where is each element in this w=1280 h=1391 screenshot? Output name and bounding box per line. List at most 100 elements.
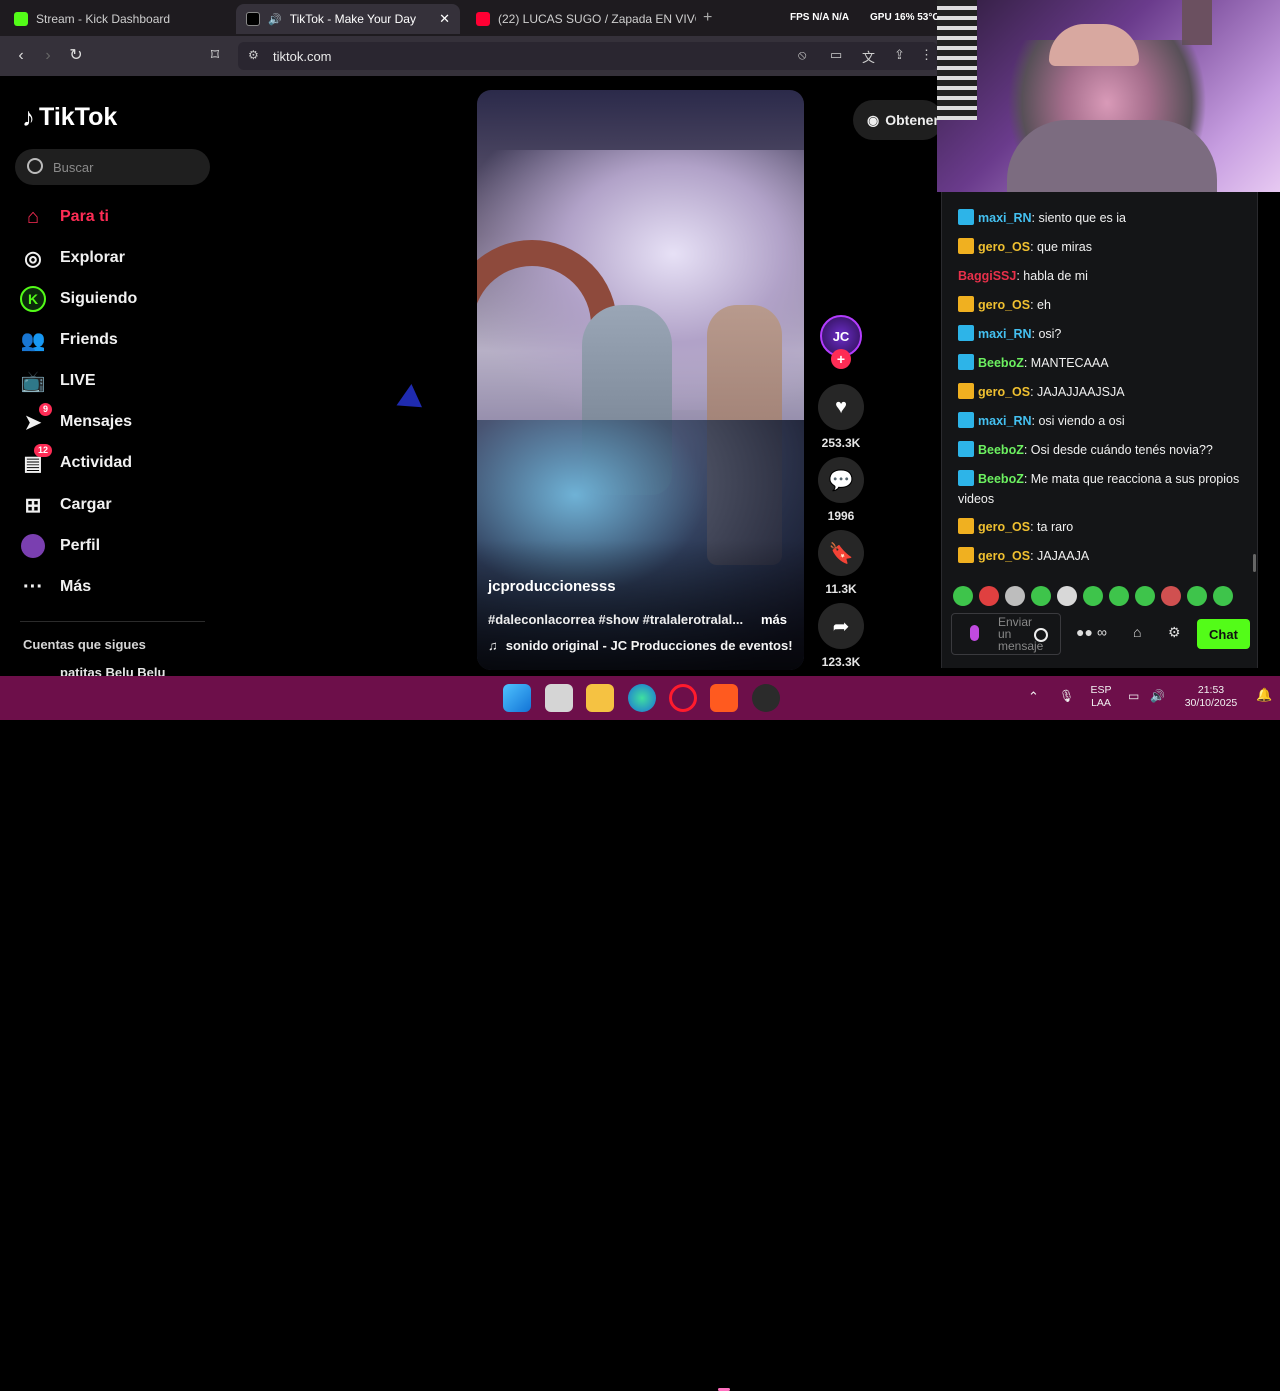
chat-send-button[interactable]: Chat <box>1197 619 1250 649</box>
emote-icon[interactable] <box>1083 586 1103 606</box>
bookmark-save-icon[interactable]: 🔖 <box>818 530 864 576</box>
network-icon[interactable]: ▭ <box>1128 690 1139 703</box>
share-count: 123.3K <box>821 655 861 669</box>
emote-icon[interactable] <box>1161 586 1181 606</box>
start-windows-icon[interactable] <box>503 684 531 712</box>
search-input[interactable]: Buscar <box>15 149 210 185</box>
nav-label: Friends <box>60 331 118 348</box>
edge-browser-icon[interactable] <box>628 684 656 712</box>
store-icon[interactable]: ⌂ <box>1133 624 1141 640</box>
language-code: ESP <box>1090 684 1112 696</box>
more-link[interactable]: más <box>761 612 787 627</box>
follow-button[interactable]: + <box>831 349 851 369</box>
nav-live[interactable]: 📺 LIVE <box>20 366 96 396</box>
nav-explorar[interactable]: ◎ Explorar <box>20 243 125 273</box>
speaker-icon[interactable]: 🔊 <box>268 13 282 26</box>
brave-browser-icon[interactable] <box>710 684 738 712</box>
clock[interactable]: 21:53 30/10/2025 <box>1180 684 1242 710</box>
get-app-button[interactable]: ◉ Obtener <box>853 100 943 140</box>
site-settings-icon[interactable]: ⚙ <box>248 48 259 62</box>
no-tracking-icon[interactable]: ⦸ <box>798 47 806 63</box>
emote-icon[interactable] <box>1031 586 1051 606</box>
chat-username[interactable]: BaggiSSJ <box>958 269 1016 283</box>
tiktok-sidebar: ♪ TikTok Buscar ⌂ Para ti ◎ Explorar K S… <box>0 76 230 680</box>
chat-username[interactable]: maxi_RN <box>978 211 1032 225</box>
comment-count: 1996 <box>827 509 855 523</box>
chat-username[interactable]: BeeboZ <box>978 443 1024 457</box>
emote-icon[interactable] <box>1187 586 1207 606</box>
settings-gear-icon[interactable]: ⚙ <box>1168 624 1181 641</box>
bookmark-icon[interactable]: ⌑ <box>205 46 225 66</box>
chat-username[interactable]: gero_OS <box>978 549 1030 563</box>
emote-icon[interactable] <box>1057 586 1077 606</box>
nav-cargar[interactable]: ⊞ Cargar <box>20 490 112 520</box>
emoji-icon[interactable] <box>1034 628 1048 642</box>
tab-kick-dashboard[interactable]: Stream - Kick Dashboard <box>4 4 232 34</box>
video-sound[interactable]: ♫ sonido original - JC Producciones de e… <box>488 638 793 653</box>
save-action[interactable]: 🔖 11.3K <box>818 530 864 596</box>
reload-icon[interactable]: ↻ <box>66 46 86 66</box>
task-view-icon[interactable] <box>545 684 573 712</box>
chat-username[interactable]: maxi_RN <box>978 327 1032 341</box>
chat-username[interactable]: gero_OS <box>978 520 1030 534</box>
comment-action[interactable]: 💬 1996 <box>818 457 864 523</box>
microphone-tray-icon[interactable]: 🎙 <box>1059 690 1074 703</box>
nav-mensajes[interactable]: ➤ 9 Mensajes <box>20 403 132 437</box>
tiktok-logo[interactable]: ♪ TikTok <box>22 102 117 133</box>
chat-username[interactable]: BeeboZ <box>978 356 1024 370</box>
file-explorer-icon[interactable] <box>586 684 614 712</box>
user-badge-icon <box>958 238 974 254</box>
like-count: 253.3K <box>821 436 861 450</box>
tray-chevron-icon[interactable]: ⌃ <box>1028 690 1039 703</box>
more-icon[interactable]: ⋮ <box>920 47 933 63</box>
chat-text: : que miras <box>1030 240 1092 254</box>
chat-message-input[interactable]: Enviar un mensaje <box>951 613 1061 655</box>
emote-icon[interactable] <box>979 586 999 606</box>
nav-perfil[interactable]: Perfil <box>20 531 100 561</box>
like-action[interactable]: ♥ 253.3K <box>818 384 864 450</box>
url-bar[interactable]: ⚙ tiktok.com ⦸ ▭ 文 ⇪ ⋮ <box>238 42 938 70</box>
chat-message: maxi_RN: osi viendo a osi <box>958 411 1248 431</box>
language-indicator[interactable]: ESP LAA <box>1088 684 1114 710</box>
nav-siguiendo[interactable]: K Siguiendo <box>20 284 137 314</box>
nav-para-ti[interactable]: ⌂ Para ti <box>20 202 109 232</box>
emote-icon[interactable] <box>1109 586 1129 606</box>
new-tab-button[interactable]: + <box>703 9 712 27</box>
emote-icon[interactable] <box>1213 586 1233 606</box>
mic-icon[interactable] <box>970 625 979 641</box>
chat-username[interactable]: BeeboZ <box>978 472 1024 486</box>
volume-icon[interactable]: 🔊 <box>1150 690 1165 703</box>
obs-icon[interactable] <box>752 684 780 712</box>
emote-icon[interactable] <box>1135 586 1155 606</box>
infinity-icon[interactable]: ∞ <box>1097 624 1107 640</box>
share-action[interactable]: ➦ 123.3K <box>818 603 864 669</box>
nav-mas[interactable]: ··· Más <box>20 572 91 602</box>
chat-username[interactable]: maxi_RN <box>978 414 1032 428</box>
close-tab-icon[interactable]: ✕ <box>439 11 450 27</box>
forward-icon[interactable]: › <box>38 46 58 66</box>
share-arrow-icon[interactable]: ➦ <box>818 603 864 649</box>
chat-username[interactable]: gero_OS <box>978 240 1030 254</box>
notification-bell-icon[interactable]: 🔔 <box>1256 688 1272 701</box>
nav-friends[interactable]: 👥 Friends <box>20 325 118 355</box>
video-author[interactable]: jcproduccionesss <box>488 578 616 595</box>
tab-youtube[interactable]: (22) LUCAS SUGO / Zapada EN VIVO <box>466 4 696 34</box>
users-icon[interactable]: ●● <box>1076 624 1093 640</box>
chat-username[interactable]: gero_OS <box>978 298 1030 312</box>
opera-browser-icon[interactable] <box>669 684 697 712</box>
emote-icon[interactable] <box>1005 586 1025 606</box>
heart-icon[interactable]: ♥ <box>818 384 864 430</box>
kick-icon <box>14 12 28 26</box>
cast-icon[interactable]: ▭ <box>830 47 842 63</box>
translate-icon[interactable]: 文 <box>862 47 875 66</box>
share-icon[interactable]: ⇪ <box>894 47 905 63</box>
chat-text: : Osi desde cuándo tenés novia?? <box>1023 443 1213 457</box>
back-icon[interactable]: ‹ <box>11 46 31 66</box>
logo-text: TikTok <box>39 103 118 131</box>
tab-tiktok[interactable]: 🔊 TikTok - Make Your Day ✕ <box>236 4 460 34</box>
comment-icon[interactable]: 💬 <box>818 457 864 503</box>
chat-scrollbar[interactable] <box>1253 554 1256 572</box>
chat-username[interactable]: gero_OS <box>978 385 1030 399</box>
emote-icon[interactable] <box>953 586 973 606</box>
nav-actividad[interactable]: ▤ 12 Actividad <box>20 444 132 478</box>
